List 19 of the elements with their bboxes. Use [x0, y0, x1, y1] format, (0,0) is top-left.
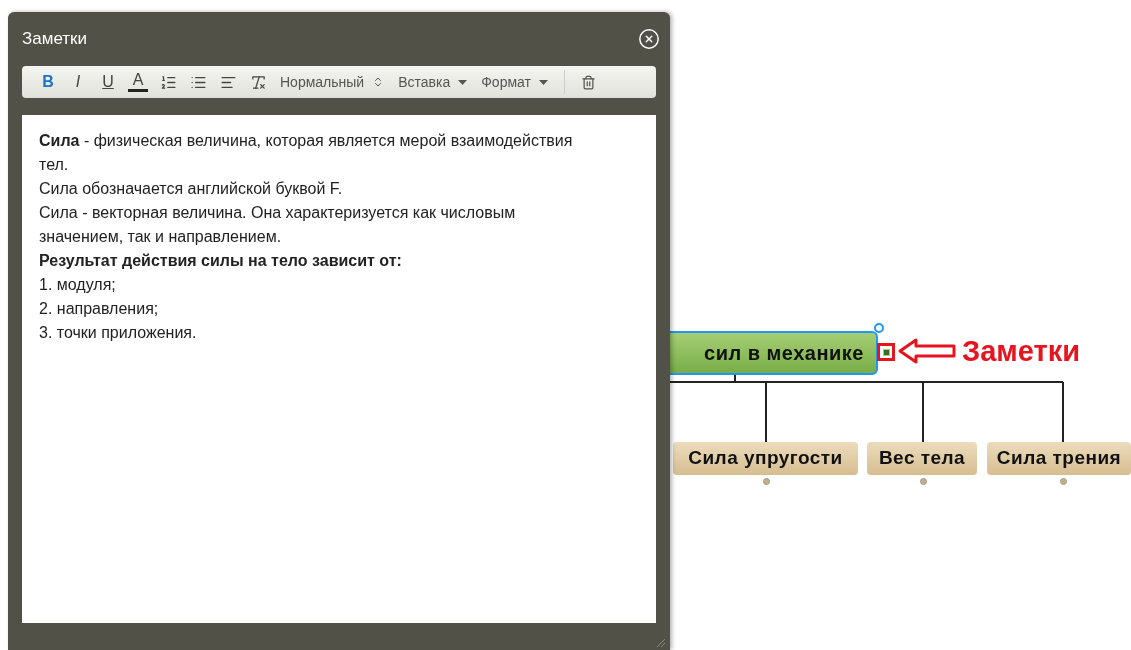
- note-paragraph: 1. модуля;: [39, 275, 116, 295]
- note-paragraph: Сила обозначается английской буквой F.: [39, 179, 343, 199]
- toolbar-dropdown[interactable]: Нормальный: [274, 68, 391, 96]
- toolbar-dropdown[interactable]: Вставка: [392, 68, 474, 96]
- window-title: Заметки: [22, 28, 88, 51]
- note-paragraph: Результат действия силы на тело зависит от:: [39, 251, 402, 271]
- child-node[interactable]: Сила упругости: [673, 442, 858, 475]
- bold-button[interactable]: B: [34, 68, 62, 96]
- note-paragraph: Сила - физическая величина, которая является мерой взаимодействия тел.: [39, 131, 574, 175]
- note-paragraph: Сила - векторная величина. Она характеризуется как числовым значением, так и направлением.: [39, 203, 517, 247]
- italic-button[interactable]: I: [64, 68, 92, 96]
- note-paragraph: 2. направления;: [39, 299, 159, 319]
- toolbar-dropdown[interactable]: Формат: [475, 68, 554, 96]
- note-paragraph: 3. точки приложения.: [39, 323, 197, 343]
- child-node[interactable]: Вес тела: [867, 442, 977, 475]
- annotation-label: Заметки: [962, 334, 1081, 369]
- color-button[interactable]: A: [124, 68, 152, 96]
- underline-button[interactable]: U: [94, 68, 122, 96]
- child-node[interactable]: Сила трения: [987, 442, 1131, 475]
